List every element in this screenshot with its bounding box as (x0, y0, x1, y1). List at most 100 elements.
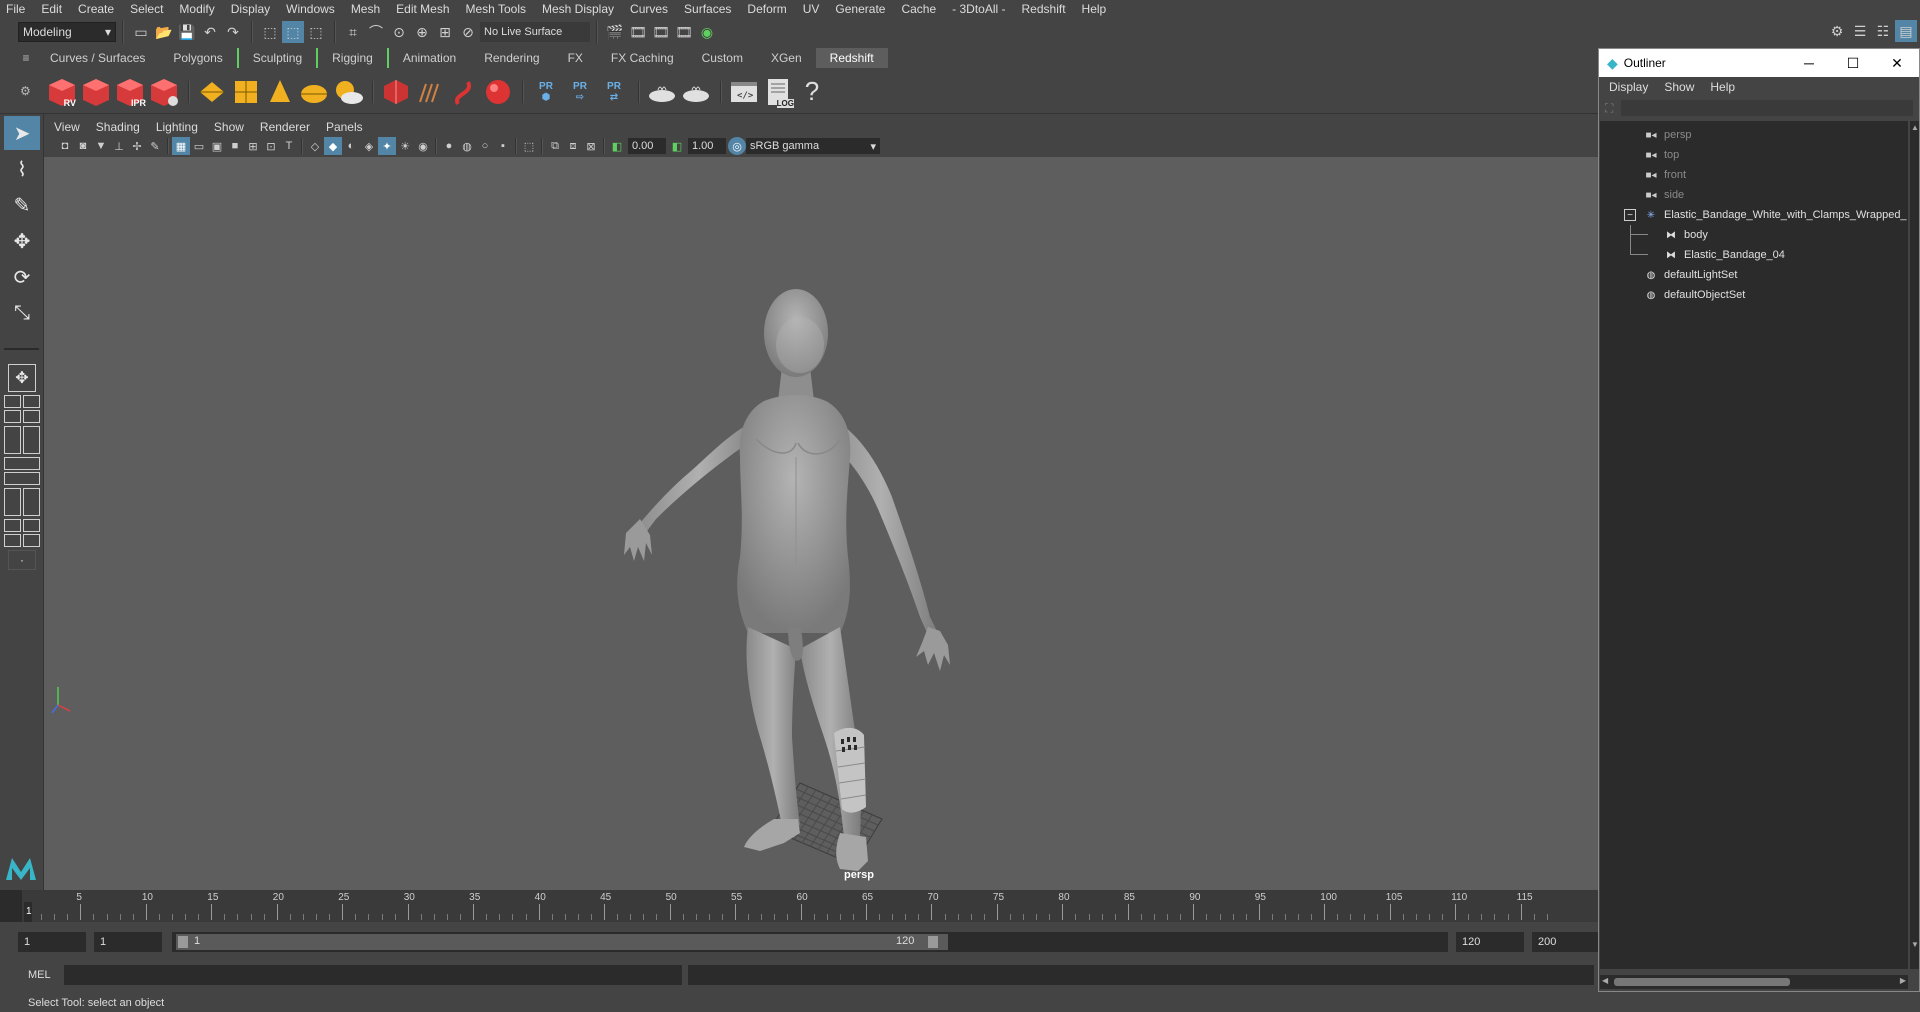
graph-persp-layout-icon[interactable] (4, 488, 40, 516)
menu-edit-mesh[interactable]: Edit Mesh (396, 2, 449, 16)
outliner-vertical-scrollbar[interactable]: ▲ ▼ (1909, 121, 1919, 969)
scale-tool-icon[interactable]: ⤡ (4, 296, 40, 330)
xray-icon[interactable]: ⬚ (520, 137, 538, 155)
redshift-help-icon[interactable]: ? (796, 76, 828, 108)
outliner-menu-show[interactable]: Show (1664, 80, 1694, 94)
outliner-item-default-light-set[interactable]: ◍ defaultLightSet (1600, 265, 1908, 285)
redshift-log-icon[interactable]: LOG (762, 76, 794, 108)
snap-point-icon[interactable]: ⊙ (388, 21, 410, 43)
outliner-persp-layout-icon[interactable] (4, 457, 40, 485)
filter-icon[interactable]: ⛶ (1605, 101, 1613, 116)
menu-3dtoall[interactable]: - 3DtoAll - (952, 2, 1005, 16)
close-icon[interactable]: ✕ (1875, 55, 1919, 72)
redshift-spot-light-icon[interactable] (264, 76, 296, 108)
view-transform-icon[interactable]: ◎ (728, 137, 746, 155)
modeling-toolkit-icon[interactable]: ⚙ (1826, 20, 1848, 42)
select-camera-icon[interactable]: ◘ (56, 137, 74, 155)
view-transform-dropdown[interactable]: sRGB gamma ▾ (746, 138, 880, 154)
menu-mesh-tools[interactable]: Mesh Tools (466, 2, 526, 16)
render-view-icon[interactable]: 🎞 (673, 21, 695, 43)
outliner-item-group[interactable]: − ✳ Elastic_Bandage_White_with_Clamps_Wr… (1600, 205, 1908, 225)
motion-blur-icon[interactable]: ● (440, 137, 458, 155)
select-component-icon[interactable]: ⬚ (305, 21, 327, 43)
outliner-item-persp[interactable]: ■◂ persp (1600, 125, 1908, 145)
open-scene-icon[interactable]: 📂 (153, 21, 175, 43)
redshift-proxy-icon[interactable] (196, 76, 228, 108)
redshift-sphere-icon[interactable] (482, 76, 514, 108)
snap-view-icon[interactable]: ⊞ (434, 21, 456, 43)
isolate-select-icon[interactable]: ▪ (494, 137, 512, 155)
smooth-shade-icon[interactable]: ◆ (324, 137, 342, 155)
menu-curves[interactable]: Curves (630, 2, 668, 16)
color-management-icon[interactable]: ⊠ (582, 137, 600, 155)
collapse-icon[interactable]: − (1624, 209, 1636, 221)
outliner-item-top[interactable]: ■◂ top (1600, 145, 1908, 165)
tab-sculpting[interactable]: Sculpting (236, 48, 316, 68)
redshift-pr-swap-icon[interactable]: PR ⇄ (598, 76, 630, 108)
redshift-dome-light-icon[interactable] (298, 76, 330, 108)
grease-pencil-icon[interactable]: ✎ (146, 137, 164, 155)
animation-end-field[interactable]: 200 (1532, 932, 1598, 952)
move-tool-icon[interactable]: ✥ (4, 224, 40, 258)
tab-polygons[interactable]: Polygons (159, 48, 236, 68)
menu-help[interactable]: Help (1082, 2, 1107, 16)
gamma-icon[interactable]: ◧ (668, 137, 686, 155)
scroll-right-icon[interactable]: ▶ (1900, 976, 1906, 985)
snap-curve-icon[interactable]: ⌒ (365, 21, 387, 43)
playback-start-field[interactable]: 1 (94, 932, 162, 952)
tool-settings-icon[interactable]: ☷ (1872, 20, 1894, 42)
backface-culling-icon[interactable]: ⧈ (564, 137, 582, 155)
panel-menu-lighting[interactable]: Lighting (156, 120, 198, 134)
menu-surfaces[interactable]: Surfaces (684, 2, 731, 16)
outliner-menu-help[interactable]: Help (1710, 80, 1735, 94)
panel-menu-show[interactable]: Show (214, 120, 244, 134)
redshift-material-icon[interactable] (646, 76, 678, 108)
shadows-icon[interactable]: ☀ (396, 137, 414, 155)
shelf-menu-icon[interactable]: ≡ (16, 51, 36, 65)
outliner-item-front[interactable]: ■◂ front (1600, 165, 1908, 185)
wireframe-on-shaded-icon[interactable]: ◐ (342, 137, 360, 155)
tab-rendering[interactable]: Rendering (470, 48, 553, 68)
scrollbar-thumb[interactable] (1614, 978, 1790, 986)
redshift-hair-icon[interactable] (414, 76, 446, 108)
tab-animation[interactable]: Animation (386, 48, 470, 68)
range-start-handle[interactable] (178, 936, 188, 948)
redo-icon[interactable]: ↷ (222, 21, 244, 43)
tab-xgen[interactable]: XGen (757, 48, 816, 68)
render-settings-icon[interactable]: 🎬 (604, 21, 626, 43)
redshift-script-icon[interactable]: </> (728, 76, 760, 108)
layout-menu-icon[interactable]: · (8, 550, 36, 570)
lasso-tool-icon[interactable]: ⌇ (4, 152, 40, 186)
range-end-handle[interactable] (928, 936, 938, 948)
film-gate-icon[interactable]: ▭ (190, 137, 208, 155)
panel-menu-renderer[interactable]: Renderer (260, 120, 310, 134)
tab-fx[interactable]: FX (554, 48, 597, 68)
tab-custom[interactable]: Custom (688, 48, 757, 68)
minimize-icon[interactable]: ─ (1787, 55, 1831, 71)
exposure-icon[interactable]: ◧ (608, 137, 626, 155)
hypershade-persp-layout-icon[interactable] (4, 519, 40, 547)
gamma-field[interactable]: 1.00 (688, 138, 726, 154)
wireframe-icon[interactable]: ◇ (306, 137, 324, 155)
redshift-ipr-icon[interactable]: IPR (114, 76, 146, 108)
scroll-down-icon[interactable]: ▼ (1911, 940, 1919, 949)
select-tool-icon[interactable]: ➤ (4, 116, 40, 150)
outliner-menu-display[interactable]: Display (1609, 80, 1648, 94)
live-surface-field[interactable]: No Live Surface (480, 22, 590, 42)
outliner-item-elastic-bandage[interactable]: ⧓ Elastic_Bandage_04 (1600, 235, 1908, 265)
menu-edit[interactable]: Edit (41, 2, 62, 16)
redshift-pr-export-icon[interactable]: PR ⬢ (530, 76, 562, 108)
perspective-viewport[interactable]: persp (44, 157, 1598, 890)
gate-mask-icon[interactable]: ■ (226, 137, 244, 155)
multisample-icon[interactable]: ◍ (458, 137, 476, 155)
range-slider[interactable]: 1 120 (172, 932, 1448, 952)
select-object-icon[interactable]: ⬚ (282, 21, 304, 43)
ambient-occlusion-icon[interactable]: ◉ (414, 137, 432, 155)
bookmarks-icon[interactable]: ▼ (92, 137, 110, 155)
menu-file[interactable]: File (6, 2, 25, 16)
redshift-volume-icon[interactable] (380, 76, 412, 108)
select-hierarchy-icon[interactable]: ⬚ (259, 21, 281, 43)
outliner-search-input[interactable] (1621, 100, 1913, 116)
menu-select[interactable]: Select (130, 2, 163, 16)
menu-mesh-display[interactable]: Mesh Display (542, 2, 614, 16)
